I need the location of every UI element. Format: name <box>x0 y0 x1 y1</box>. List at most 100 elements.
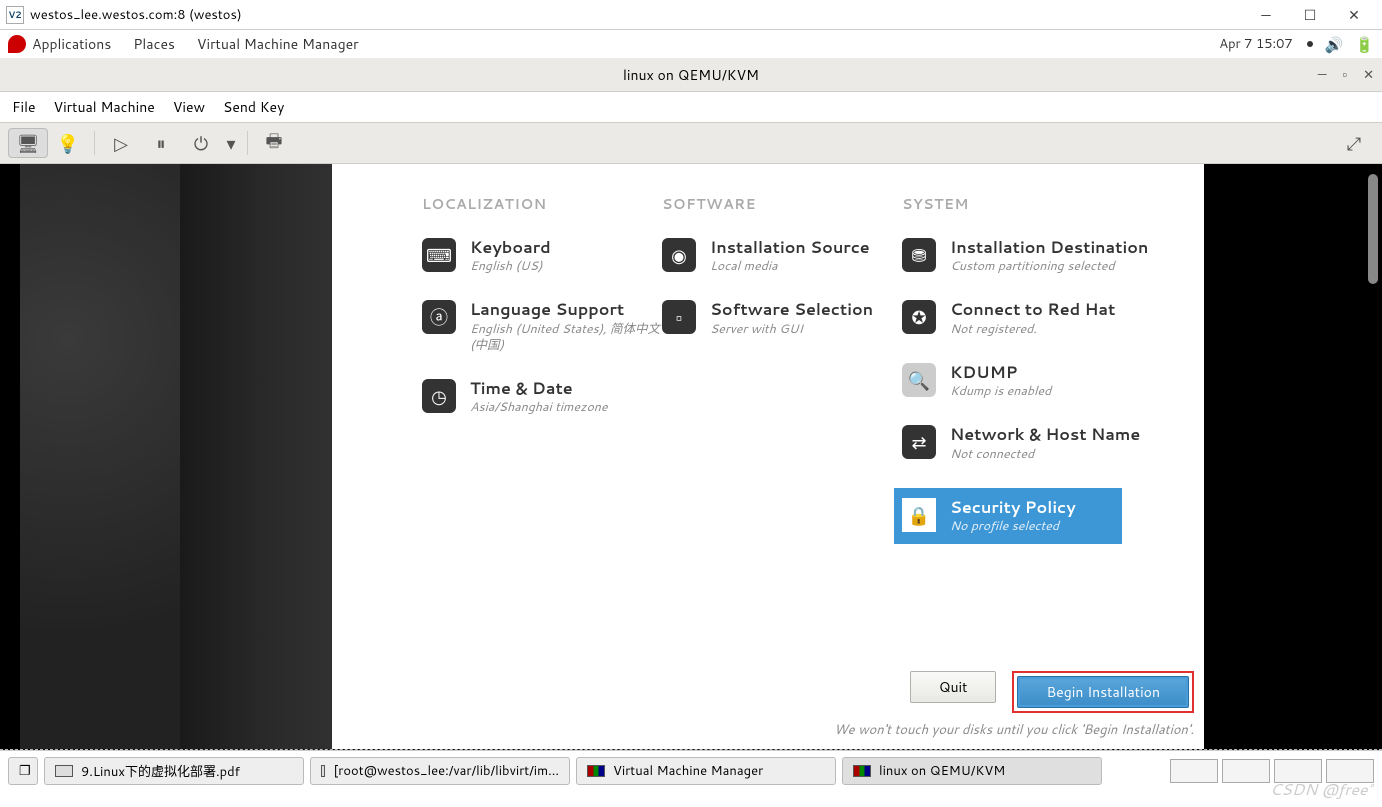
column-system: SYSTEM ⛃ Installation DestinationCustom … <box>902 194 1162 570</box>
anaconda-summary: LOCALIZATION ⌨ KeyboardEnglish (US) ⓐ La… <box>332 164 1204 749</box>
vm-window-title: linux on QEMU/KVM <box>623 65 759 85</box>
pause-button[interactable]: ⏸ <box>141 128 181 158</box>
workspace-4[interactable] <box>1326 759 1374 783</box>
header-software: SOFTWARE <box>662 194 902 214</box>
workspace-switcher <box>1170 759 1374 783</box>
spoke-title: Connect to Red Hat <box>950 300 1115 319</box>
search-icon: 🔍 <box>902 363 936 397</box>
network-icon: ⇄ <box>902 425 936 459</box>
gnome-taskbar: ❐ 9.Linux下的虚拟化部署.pdf [root@westos_lee:/v… <box>0 750 1382 790</box>
hdd-icon: ⛃ <box>902 238 936 272</box>
spoke-software-selection[interactable]: ▫ Software Selection Server with GUI <box>662 300 902 336</box>
scrollbar[interactable] <box>1366 164 1380 749</box>
redhat-icon <box>8 35 26 53</box>
menu-vm[interactable]: Virtual Machine <box>54 97 155 117</box>
lock-icon: 🔒 <box>902 498 936 532</box>
vm-icon <box>853 765 871 777</box>
award-icon: ✪ <box>902 300 936 334</box>
toolbar-separator <box>94 131 95 155</box>
snapshot-button[interactable]: 🖶 <box>254 128 294 158</box>
show-workspaces-button[interactable]: ❐ <box>8 757 38 785</box>
shutdown-button[interactable]: ⏻ <box>181 128 221 158</box>
spoke-network[interactable]: ⇄ Network & Host NameNot connected <box>902 425 1162 461</box>
spoke-title: Security Policy <box>950 498 1076 517</box>
spoke-keyboard[interactable]: ⌨ KeyboardEnglish (US) <box>422 238 662 274</box>
minimize-button[interactable]: — <box>1244 1 1288 29</box>
scrollbar-thumb[interactable] <box>1368 174 1378 284</box>
battery-icon[interactable]: 🔋 <box>1355 34 1374 55</box>
gnome-top-bar: Applications Places Virtual Machine Mana… <box>0 30 1382 58</box>
gnome-vmm[interactable]: Virtual Machine Manager <box>197 34 359 54</box>
clock-label[interactable]: Apr 7 15:07 <box>1219 35 1292 53</box>
spoke-kdump[interactable]: 🔍 KDUMPKdump is enabled <box>902 363 1162 399</box>
menu-file[interactable]: File <box>12 97 36 117</box>
task-vmm[interactable]: Virtual Machine Manager <box>576 757 836 785</box>
quit-button[interactable]: Quit <box>910 671 997 703</box>
spoke-title: KDUMP <box>950 363 1051 382</box>
shutdown-dropdown[interactable]: ▾ <box>221 128 241 158</box>
spoke-security-policy[interactable]: 🔒 Security PolicyNo profile selected <box>894 488 1122 544</box>
spoke-sub: English (United States), 简体中文 (中国) <box>470 321 662 354</box>
task-label: linux on QEMU/KVM <box>879 762 1005 780</box>
spoke-sub: English (US) <box>470 258 551 274</box>
guest-letterbox-right <box>1204 164 1382 749</box>
menu-sendkey[interactable]: Send Key <box>223 97 284 117</box>
spoke-connect-redhat[interactable]: ✪ Connect to Red Hat Not registered. <box>902 300 1162 336</box>
vnc-title-text: westos_lee.westos.com:8 (westos) <box>30 6 1244 24</box>
vmm-icon <box>587 765 605 777</box>
pdf-icon <box>55 765 73 777</box>
spoke-sub: Kdump is enabled <box>950 383 1051 399</box>
spoke-sub: Server with GUI <box>710 321 873 337</box>
notification-dot <box>1307 41 1313 47</box>
vm-close-button[interactable]: ✕ <box>1363 66 1374 84</box>
task-pdf[interactable]: 9.Linux下的虚拟化部署.pdf <box>44 757 304 785</box>
gnome-places[interactable]: Places <box>133 34 175 54</box>
vnc-titlebar: V2 westos_lee.westos.com:8 (westos) — ☐ … <box>0 0 1382 30</box>
keyboard-icon: ⌨ <box>422 238 456 272</box>
terminal-icon <box>321 765 325 777</box>
workspace-2[interactable] <box>1222 759 1270 783</box>
spoke-title: Installation Source <box>710 238 870 257</box>
spoke-title: Language Support <box>470 300 662 319</box>
spoke-sub: Local media <box>710 258 870 274</box>
install-hint: We won't touch your disks until you clic… <box>834 721 1194 739</box>
workspace-3[interactable] <box>1274 759 1322 783</box>
task-vm-linux[interactable]: linux on QEMU/KVM <box>842 757 1102 785</box>
package-icon: ▫ <box>662 300 696 334</box>
vm-maximize-button[interactable]: ▫ <box>1342 66 1347 84</box>
spoke-title: Network & Host Name <box>950 425 1140 444</box>
menu-view[interactable]: View <box>173 97 205 117</box>
gnome-apps[interactable]: Applications <box>32 34 111 54</box>
vnc-icon: V2 <box>6 6 24 24</box>
spoke-install-destination[interactable]: ⛃ Installation DestinationCustom partiti… <box>902 238 1162 274</box>
spoke-datetime[interactable]: ◷ Time & DateAsia/Shanghai timezone <box>422 379 662 415</box>
maximize-button[interactable]: ☐ <box>1288 1 1332 29</box>
spoke-language[interactable]: ⓐ Language Support English (United States… <box>422 300 662 353</box>
column-localization: LOCALIZATION ⌨ KeyboardEnglish (US) ⓐ La… <box>422 194 662 570</box>
column-software: SOFTWARE ◉ Installation SourceLocal medi… <box>662 194 902 570</box>
anaconda-sidebar-logo <box>20 164 180 749</box>
spoke-title: Keyboard <box>470 238 551 257</box>
spoke-install-source[interactable]: ◉ Installation SourceLocal media <box>662 238 902 274</box>
volume-icon[interactable]: 🔊 <box>1325 34 1344 55</box>
begin-installation-button[interactable]: Begin Installation <box>1017 676 1189 708</box>
spoke-title: Software Selection <box>710 300 873 319</box>
task-label: Virtual Machine Manager <box>613 762 763 780</box>
console-button[interactable]: 🖥 <box>8 128 48 158</box>
workspace-1[interactable] <box>1170 759 1218 783</box>
guest-display: LOCALIZATION ⌨ KeyboardEnglish (US) ⓐ La… <box>0 164 1382 750</box>
fullscreen-button[interactable]: ⤢ <box>1334 128 1374 158</box>
guest-letterbox-left <box>0 164 20 749</box>
task-terminal[interactable]: [root@westos_lee:/var/lib/libvirt/im... <box>310 757 570 785</box>
spoke-title: Time & Date <box>470 379 608 398</box>
spoke-sub: No profile selected <box>950 518 1076 534</box>
language-icon: ⓐ <box>422 300 456 334</box>
anaconda-sidebar-shade <box>180 164 332 749</box>
details-button[interactable]: 💡 <box>48 128 88 158</box>
vm-minimize-button[interactable]: — <box>1318 66 1327 84</box>
spoke-sub: Not registered. <box>950 321 1115 337</box>
vm-window-titlebar: linux on QEMU/KVM — ▫ ✕ <box>0 58 1382 92</box>
run-button[interactable]: ▷ <box>101 128 141 158</box>
spoke-sub: Custom partitioning selected <box>950 258 1148 274</box>
close-button[interactable]: ✕ <box>1332 1 1376 29</box>
